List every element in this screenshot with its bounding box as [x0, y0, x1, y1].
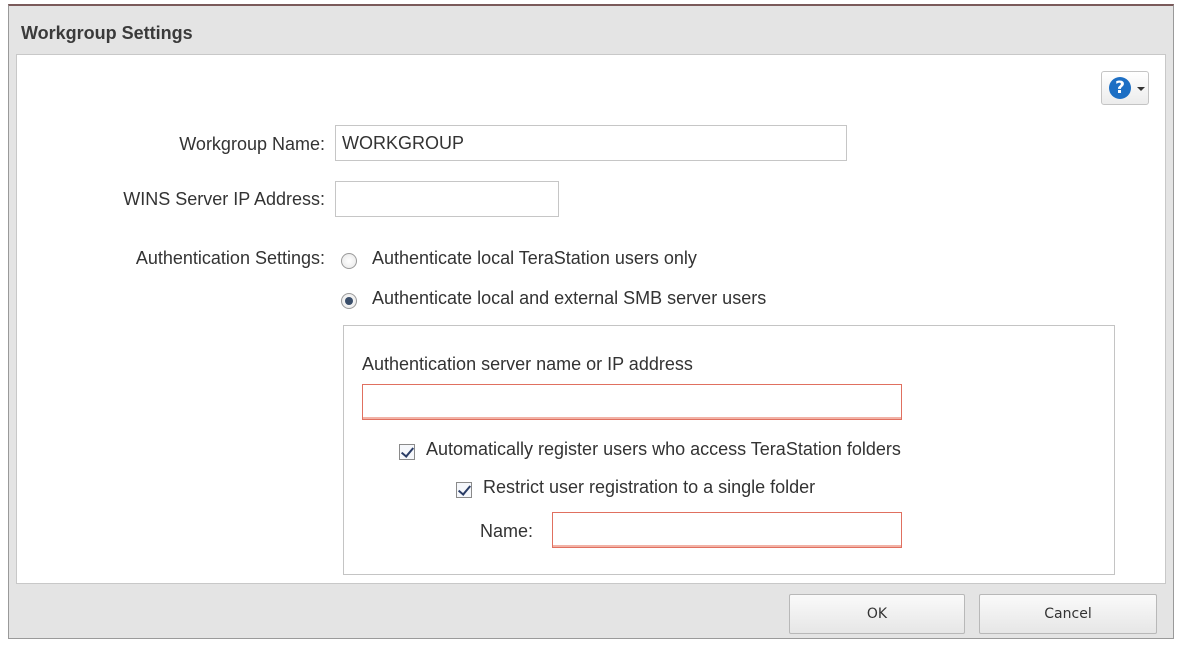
restrict-registration-checkbox[interactable]: [456, 482, 472, 498]
workgroup-settings-dialog: Workgroup Settings ? Workgroup Name: WIN…: [8, 4, 1174, 639]
caret-down-icon: [1137, 87, 1145, 91]
auth-server-input[interactable]: [362, 384, 902, 420]
folder-name-input[interactable]: [552, 512, 902, 548]
workgroup-name-label: Workgroup Name:: [179, 134, 325, 154]
dialog-content: ? Workgroup Name: WINS Server IP Address…: [16, 54, 1166, 584]
authentication-settings-label: Authentication Settings:: [135, 248, 325, 268]
auto-register-checkbox[interactable]: [399, 444, 415, 460]
workgroup-name-input[interactable]: [335, 125, 847, 161]
wins-server-ip-label: WINS Server IP Address:: [123, 189, 325, 209]
folder-name-label: Name:: [480, 521, 534, 541]
external-auth-settings-box: Authentication server name or IP address…: [343, 325, 1115, 575]
auto-register-label[interactable]: Automatically register users who access …: [426, 439, 901, 460]
auth-server-label: Authentication server name or IP address: [362, 354, 693, 374]
auth-local-only-radio[interactable]: [341, 253, 357, 269]
auth-local-external-label[interactable]: Authenticate local and external SMB serv…: [372, 288, 766, 309]
auth-local-external-radio[interactable]: [341, 293, 357, 309]
help-menu-button[interactable]: ?: [1101, 71, 1149, 105]
cancel-button[interactable]: Cancel: [979, 594, 1157, 634]
dialog-title: Workgroup Settings: [21, 23, 193, 43]
ok-button[interactable]: OK: [789, 594, 965, 634]
auth-local-only-label[interactable]: Authenticate local TeraStation users onl…: [372, 248, 697, 269]
checkmark-icon: [400, 444, 415, 458]
wins-server-ip-input[interactable]: [335, 181, 559, 217]
restrict-registration-label[interactable]: Restrict user registration to a single f…: [483, 477, 815, 498]
checkmark-icon: [457, 482, 472, 496]
help-question-icon: ?: [1109, 77, 1131, 99]
